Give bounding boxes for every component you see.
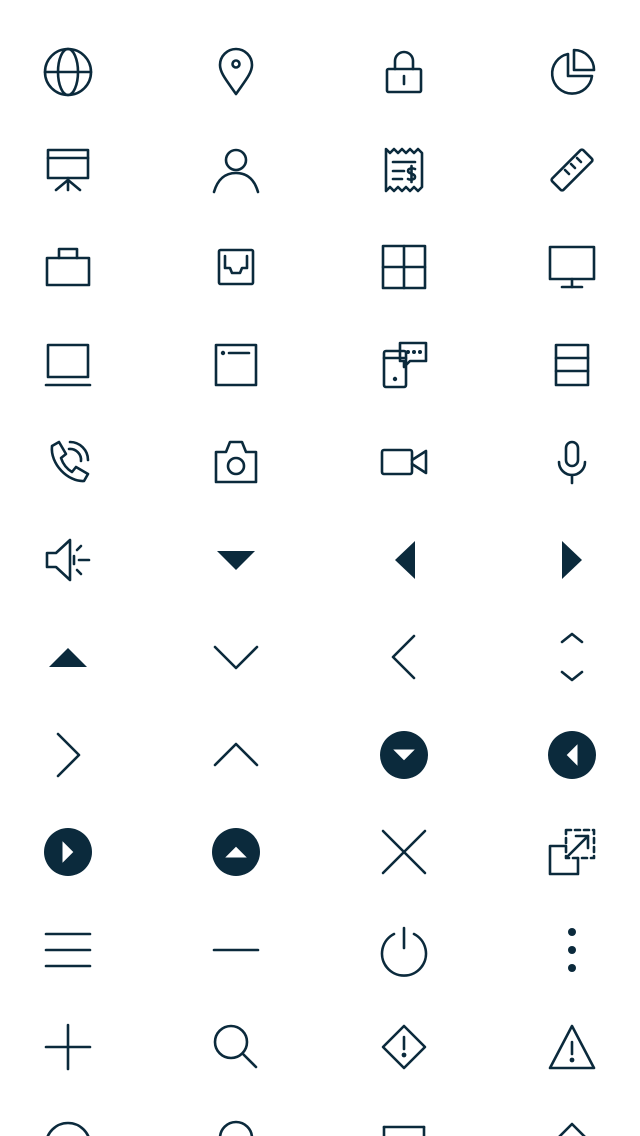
video-camera-icon [376, 434, 432, 490]
grid-icon [376, 239, 432, 295]
diamond-alert-icon [376, 1019, 432, 1075]
minus-icon [208, 922, 264, 978]
ruler-icon [544, 142, 600, 198]
circle-caret-right-icon [40, 824, 96, 880]
caret-up-icon [40, 629, 96, 685]
pin-partial-icon [208, 1117, 264, 1136]
chevron-up-down-icon [544, 629, 600, 685]
more-vertical-icon [544, 922, 600, 978]
pie-chart-icon [544, 44, 600, 100]
lock-icon [376, 44, 432, 100]
chevron-right-icon [40, 727, 96, 783]
warning-triangle-icon [544, 1019, 600, 1075]
chevron-down-icon [208, 629, 264, 685]
circle-caret-left-icon [544, 727, 600, 783]
server-icon [544, 337, 600, 393]
circle-caret-down-icon [376, 727, 432, 783]
close-icon [376, 824, 432, 880]
phone-call-icon [40, 434, 96, 490]
plus-icon [40, 1019, 96, 1075]
mobile-chat-icon [376, 337, 432, 393]
caret-left-icon [376, 532, 432, 588]
chevron-up-icon [208, 727, 264, 783]
camera-icon [208, 434, 264, 490]
chevron-left-icon [376, 629, 432, 685]
caret-right-icon [544, 532, 600, 588]
monitor-icon [544, 239, 600, 295]
expand-window-icon [544, 824, 600, 880]
receipt-icon [376, 142, 432, 198]
speaker-icon [40, 532, 96, 588]
circle-partial-icon [40, 1117, 96, 1136]
user-icon [208, 142, 264, 198]
presentation-icon [40, 142, 96, 198]
briefcase-icon [40, 239, 96, 295]
caret-down-icon [208, 532, 264, 588]
globe-icon [40, 44, 96, 100]
menu-icon [40, 922, 96, 978]
laptop-icon [40, 337, 96, 393]
browser-window-icon [208, 337, 264, 393]
power-icon [376, 922, 432, 978]
inbox-icon [208, 239, 264, 295]
search-icon [208, 1019, 264, 1075]
rectangle-partial-icon [376, 1117, 432, 1136]
diamond-partial-icon [544, 1117, 600, 1136]
circle-caret-up-icon [208, 824, 264, 880]
location-pin-icon [208, 44, 264, 100]
icon-grid [0, 0, 640, 1136]
microphone-icon [544, 434, 600, 490]
